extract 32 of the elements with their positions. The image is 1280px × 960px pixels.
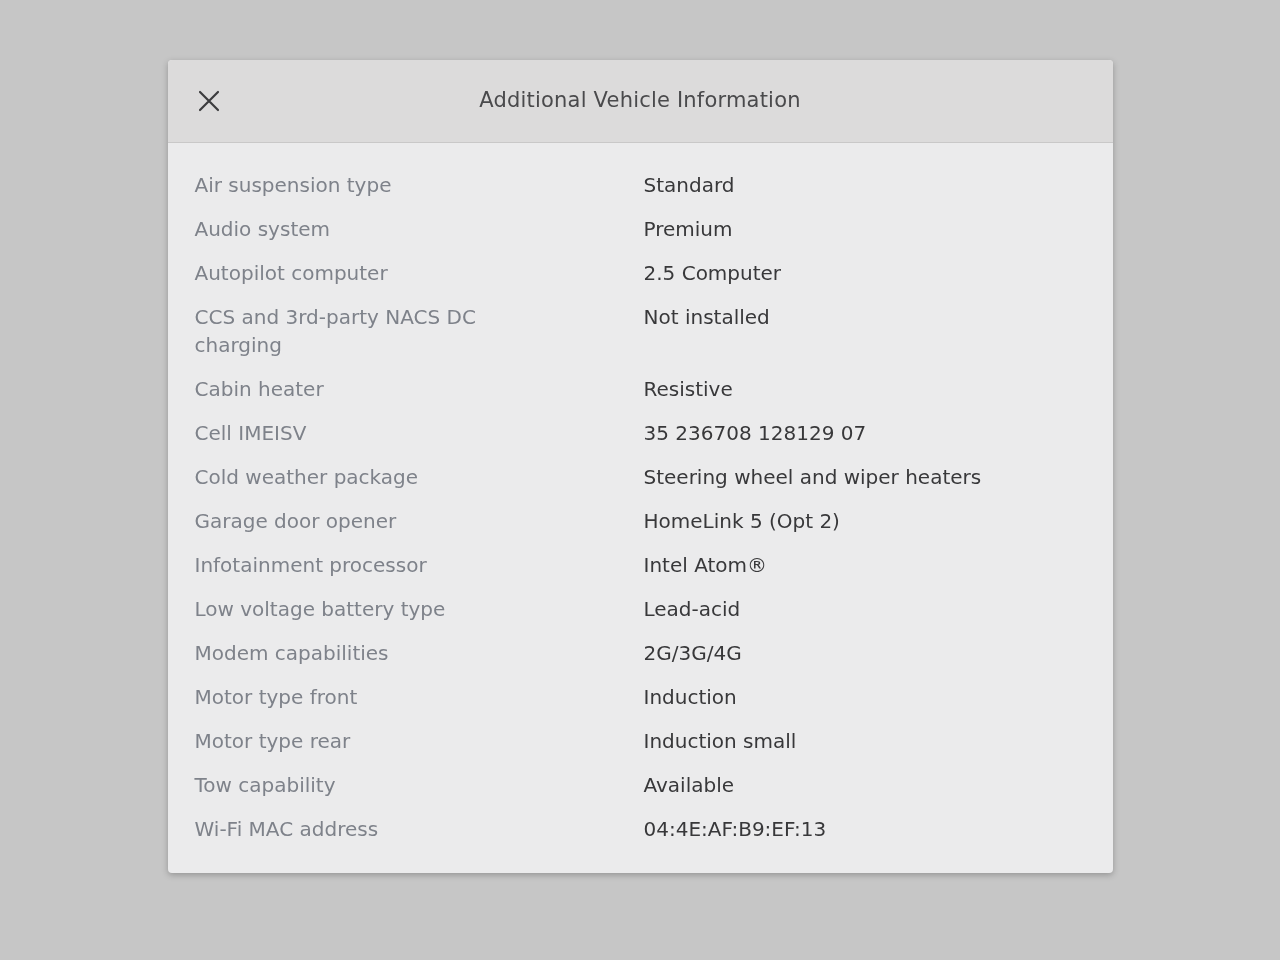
spec-value: 2.5 Computer	[643, 260, 782, 287]
spec-label: Cabin heater	[194, 376, 324, 403]
spec-value: Available	[643, 772, 735, 799]
spec-value: Not installed	[643, 304, 770, 331]
spec-label: Audio system	[194, 216, 330, 243]
spec-value: 35 236708 128129 07	[643, 420, 867, 447]
spec-label: Motor type rear	[194, 728, 351, 755]
spec-value: Intel Atom®	[643, 552, 768, 579]
spec-value: Standard	[643, 172, 735, 199]
spec-value: Premium	[643, 216, 733, 243]
spec-label: Modem capabilities	[194, 640, 389, 667]
spec-value: Lead-acid	[643, 596, 741, 623]
spec-value: Steering wheel and wiper heaters	[643, 464, 982, 491]
spec-label: Wi-Fi MAC address	[194, 816, 379, 843]
dialog-title: Additional Vehicle Information	[479, 87, 801, 115]
spec-label: Tow capability	[194, 772, 336, 799]
spec-label: Autopilot computer	[194, 260, 388, 287]
spec-value: 04:4E:AF:B9:EF:13	[643, 816, 827, 843]
spec-label: Low voltage battery type	[194, 596, 446, 623]
spec-label: Motor type front	[194, 684, 358, 711]
spec-label: Cell IMEISV	[194, 420, 307, 447]
spec-value: Resistive	[643, 376, 733, 403]
spec-label: Air suspension type	[194, 172, 392, 199]
spec-value: Induction	[643, 684, 737, 711]
spec-value: 2G/3G/4G	[643, 640, 742, 667]
spec-label: Cold weather package	[194, 464, 419, 491]
spec-value: HomeLink 5 (Opt 2)	[643, 508, 840, 535]
spec-label: Garage door opener	[194, 508, 397, 535]
spec-value: Induction small	[643, 728, 797, 755]
spec-label: Infotainment processor	[194, 552, 427, 579]
close-icon	[197, 90, 220, 112]
spec-label: CCS and 3rd-party NACS DC charging	[194, 304, 477, 359]
